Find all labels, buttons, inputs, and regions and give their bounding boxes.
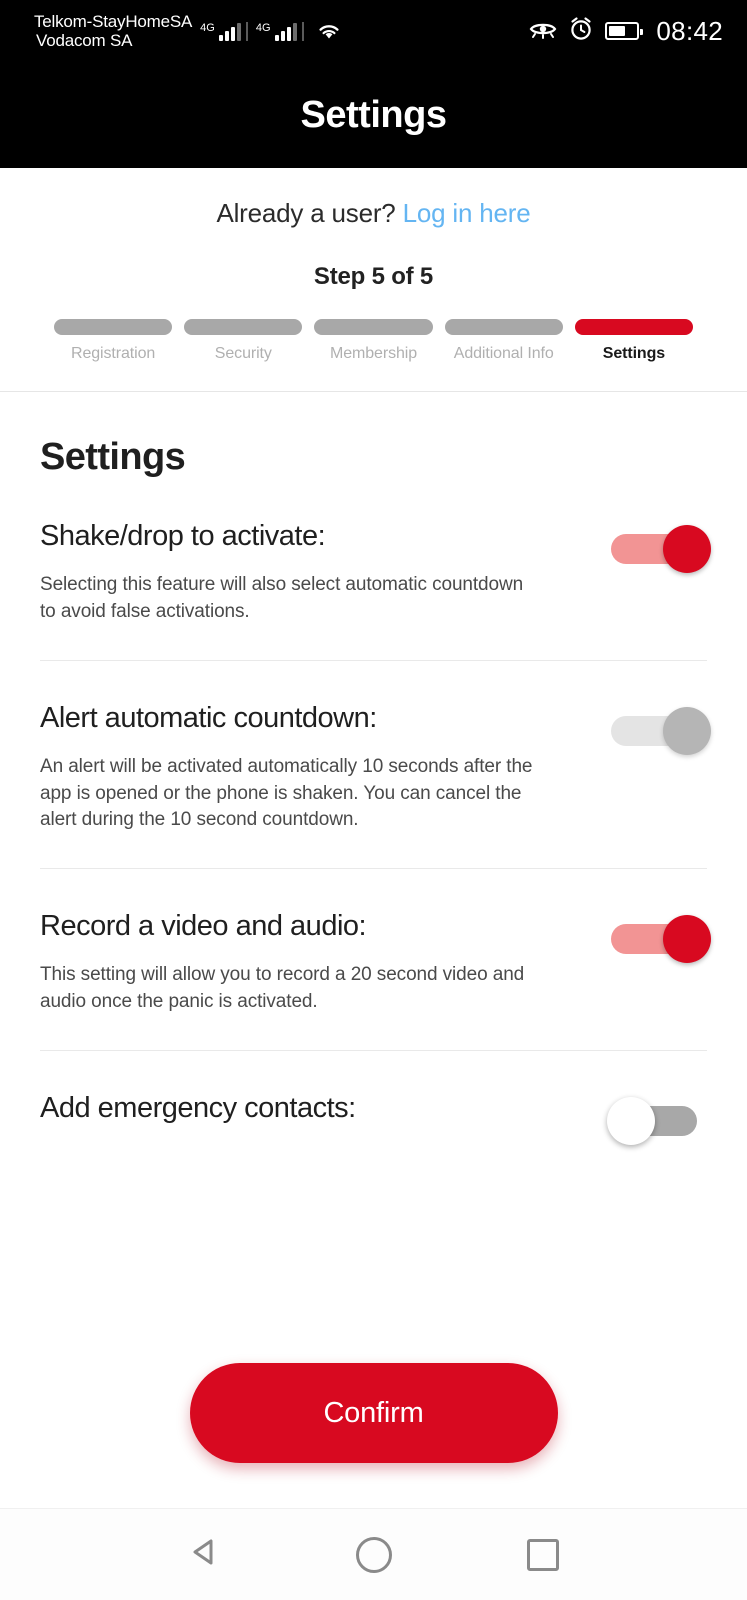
setting-text-emergency-contacts: Add emergency contacts: [40,1091,587,1144]
network-type-label-1: 4G [200,22,215,34]
signal-divider-2 [301,22,304,41]
toggle-record-video-audio[interactable] [611,915,711,964]
nav-back-button[interactable] [173,1523,237,1587]
login-prompt-row: Already a user? Log in here [0,198,747,229]
signal-divider-1 [245,22,248,41]
signal-group-2: 4G [256,21,304,41]
alarm-clock-icon [568,16,594,47]
setting-row-emergency-contacts: Add emergency contacts: [40,1051,707,1178]
toggle-shake-drop[interactable] [611,525,711,573]
status-bar-left: Telkom-StayHomeSA Vodacom SA 4G 4G [34,11,342,50]
setting-label-record-video-audio: Record a video and audio: [40,910,367,943]
toggle-knob-emergency-contacts [607,1097,655,1146]
step-item-additional-info[interactable]: Additional Info [444,319,563,363]
setting-description-alert-countdown: An alert will be activated automatically… [40,755,533,831]
step-label-registration: Registration [71,345,156,362]
setting-label-shake-drop: Shake/drop to activate: [40,520,326,552]
confirm-button[interactable]: Confirm [189,1363,558,1463]
battery-fill [609,26,625,36]
step-label-security: Security [214,345,272,362]
confirm-button-area: Confirm [0,1318,747,1508]
carrier-primary-label: Telkom-StayHomeSA [34,11,193,31]
setting-text-alert-countdown: Alert automatic countdown: An alert will… [40,701,587,835]
setting-row-record-video-audio: Record a video and audio: This setting w… [40,869,711,1052]
android-nav-bar [0,1508,747,1600]
toggle-knob-shake-drop [663,525,711,573]
setting-label-emergency-contacts: Add emergency contacts: [40,1092,356,1125]
setting-text-shake-drop: Shake/drop to activate: Selecting this f… [40,519,587,626]
signal-bars-icon-1 [218,21,241,41]
status-bar: Telkom-StayHomeSA Vodacom SA 4G 4G 08:42 [0,0,747,62]
back-triangle-icon [187,1534,223,1575]
toggle-knob-record-video-audio [663,915,711,964]
wifi-icon [316,21,342,41]
carrier-secondary-label: Vodacom SA [36,31,133,50]
eye-icon [529,18,557,45]
home-circle-icon [355,1536,392,1573]
section-title: Settings [40,436,186,478]
battery-icon [605,22,644,40]
setting-text-record-video-audio: Record a video and audio: This setting w… [40,909,587,1016]
status-bar-right: 08:42 [529,16,723,47]
recents-square-icon [526,1538,559,1571]
step-item-settings[interactable]: Settings [574,319,694,363]
step-label-settings: Settings [602,345,666,362]
status-clock: 08:42 [656,15,723,46]
setting-row-shake-drop: Shake/drop to activate: Selecting this f… [40,479,711,661]
setting-description-shake-drop: Selecting this feature will also select … [40,573,524,622]
settings-list-container[interactable]: Settings Shake/drop to activate: Selecti… [0,392,747,1508]
nav-recents-button[interactable] [511,1523,575,1587]
setting-row-alert-countdown: Alert automatic countdown: An alert will… [40,661,711,870]
carrier-labels: Telkom-StayHomeSA Vodacom SA [34,11,193,50]
nav-home-button[interactable] [342,1523,406,1587]
registration-progress-panel: Already a user? Log in here Step 5 of 5 … [0,168,747,392]
login-prompt-text: Already a user? [216,198,396,228]
step-bar-settings [574,319,694,335]
page-title: Settings [300,93,447,136]
step-label-membership: Membership [329,345,418,362]
toggle-knob-alert-countdown [663,706,711,755]
step-item-membership[interactable]: Membership [314,319,433,363]
step-counter-label: Step 5 of 5 [313,263,434,290]
step-bar-additional-info [444,319,563,335]
step-bar-security [184,319,303,335]
signal-group-1: 4G [200,21,248,41]
login-link[interactable]: Log in here [403,198,531,228]
phone-screen: Telkom-StayHomeSA Vodacom SA 4G 4G 08:42… [0,0,747,1600]
network-type-label-2: 4G [255,22,271,34]
step-label-additional-info: Additional Info [453,345,554,362]
step-indicator: Registration Security Membership Additio… [0,319,747,363]
setting-description-record-video-audio: This setting will allow you to record a … [40,964,525,1013]
toggle-alert-countdown[interactable] [611,706,711,755]
setting-label-alert-countdown: Alert automatic countdown: [40,701,377,734]
toggle-emergency-contacts[interactable] [607,1097,707,1146]
app-header: Settings [0,62,747,168]
step-item-registration[interactable]: Registration [54,319,173,363]
step-bar-membership [314,319,433,335]
step-item-security[interactable]: Security [184,319,303,363]
step-bar-registration [54,319,173,335]
signal-bars-icon-2 [274,21,297,41]
